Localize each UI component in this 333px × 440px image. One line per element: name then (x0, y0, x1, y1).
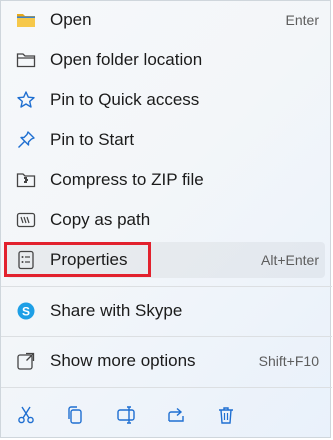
menu-item-label: Compress to ZIP file (50, 170, 204, 189)
menu-item-properties[interactable]: Properties Alt+Enter (6, 242, 325, 278)
quick-actions-toolbar (1, 393, 332, 437)
menu-item-open[interactable]: Open Enter (6, 2, 325, 38)
menu-separator (1, 387, 332, 388)
shortcut-text: Alt+Enter (261, 252, 319, 268)
menu-item-label: Open folder location (50, 50, 203, 69)
folder-outline-icon (16, 50, 36, 70)
folder-icon (16, 10, 36, 30)
menu-item-pin-start[interactable]: Pin to Start (6, 122, 325, 158)
delete-icon[interactable] (212, 401, 240, 429)
menu-item-label: Copy as path (50, 210, 151, 229)
menu-item-compress-zip[interactable]: Compress to ZIP file (6, 162, 325, 198)
menu-item-share-skype[interactable]: S Share with Skype (6, 293, 325, 329)
star-icon (16, 90, 36, 110)
menu-item-copy-as-path[interactable]: Copy as path (6, 202, 325, 238)
svg-text:S: S (22, 305, 30, 319)
share-icon[interactable] (162, 401, 190, 429)
menu-item-label: Pin to Start (50, 130, 135, 149)
menu-item-label: Pin to Quick access (50, 90, 200, 109)
menu-item-show-more-options[interactable]: Show more options Shift+F10 (6, 343, 325, 379)
copy-path-icon (16, 210, 36, 230)
menu-item-label: Properties (50, 250, 128, 269)
copy-icon[interactable] (61, 401, 89, 429)
menu-item-label: Open (50, 10, 92, 29)
pin-icon (16, 130, 36, 150)
shortcut-text: Shift+F10 (258, 353, 319, 369)
menu-item-label: Share with Skype (50, 301, 183, 320)
menu-item-open-folder-location[interactable]: Open folder location (6, 42, 325, 78)
menu-separator (1, 286, 332, 287)
more-options-icon (16, 351, 36, 371)
zip-folder-icon (16, 170, 36, 190)
properties-icon (16, 250, 36, 270)
rename-icon[interactable] (112, 401, 140, 429)
menu-item-label: Show more options (50, 351, 196, 370)
context-menu: Open Enter Open folder location Pin to Q… (0, 0, 332, 438)
shortcut-text: Enter (285, 12, 319, 28)
menu-separator (1, 336, 332, 337)
cut-icon[interactable] (12, 401, 40, 429)
skype-icon: S (16, 301, 36, 321)
menu-item-pin-quick-access[interactable]: Pin to Quick access (6, 82, 325, 118)
